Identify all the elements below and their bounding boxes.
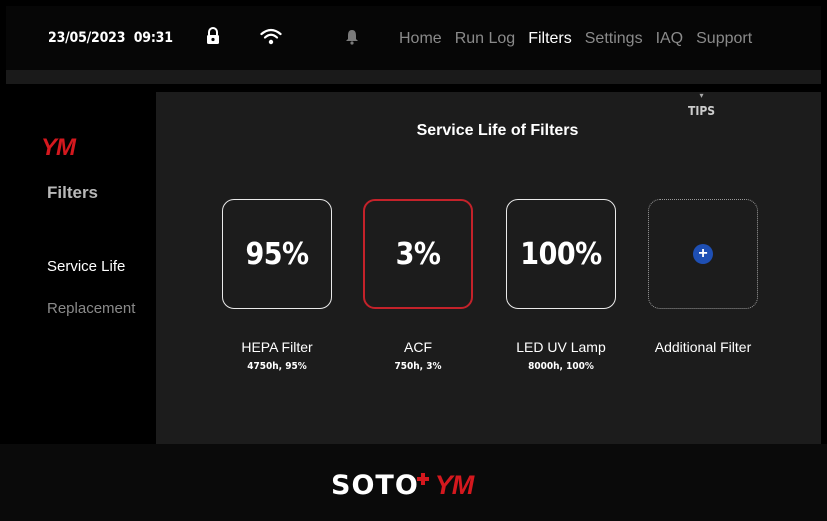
- sidebar-item-replacement[interactable]: Replacement: [47, 300, 135, 317]
- spacer: [6, 84, 821, 92]
- brand-ym: YM: [434, 470, 474, 500]
- filter-percent: 95%: [245, 236, 309, 272]
- nav-iaq[interactable]: IAQ: [656, 30, 684, 48]
- tips-button[interactable]: ▾ TIPS: [688, 91, 716, 119]
- nav-settings[interactable]: Settings: [585, 30, 643, 48]
- plus-mark-icon: [416, 472, 429, 485]
- nav-filters[interactable]: Filters: [528, 30, 572, 48]
- top-bar: 23/05/2023 09:31 Home Run Log Filters Se…: [6, 6, 821, 70]
- nav-run-log[interactable]: Run Log: [455, 30, 516, 48]
- chevron-down-icon: ▾: [699, 91, 704, 100]
- filter-name: LED UV Lamp: [516, 339, 606, 355]
- tips-label: TIPS: [688, 104, 716, 118]
- page-title: Service Life of Filters: [416, 122, 579, 139]
- add-filter-label: Additional Filter: [654, 339, 752, 355]
- date-text: 23/05/2023: [48, 30, 126, 46]
- filter-name: HEPA Filter: [241, 339, 313, 355]
- brand-logo: SOTO YM: [331, 470, 474, 501]
- brand-soto: SOTO: [331, 470, 419, 501]
- datetime: 23/05/2023 09:31: [48, 30, 173, 46]
- filter-percent: 3%: [395, 236, 441, 272]
- filter-percent: 100%: [520, 236, 602, 272]
- time-text: 09:31: [133, 30, 173, 46]
- main-nav: Home Run Log Filters Settings IAQ Suppor…: [399, 30, 765, 48]
- logo: YM: [41, 134, 76, 161]
- nav-support[interactable]: Support: [696, 30, 752, 48]
- filter-card-hepa[interactable]: 95%: [222, 199, 332, 309]
- filter-card-led-uv[interactable]: 100%: [506, 199, 616, 309]
- filter-detail: 4750h, 95%: [247, 361, 307, 372]
- plus-icon: +: [693, 244, 713, 264]
- wifi-icon[interactable]: [260, 28, 282, 46]
- filter-card-acf[interactable]: 3%: [363, 199, 473, 309]
- filter-detail: 750h, 3%: [394, 361, 442, 372]
- filter-detail: 8000h, 100%: [528, 361, 594, 372]
- lock-icon[interactable]: [206, 27, 220, 45]
- add-filter-card[interactable]: +: [648, 199, 758, 309]
- bell-icon[interactable]: [345, 29, 359, 45]
- sidebar-item-service-life[interactable]: Service Life: [47, 258, 125, 275]
- header-divider: [6, 70, 821, 84]
- sidebar-title: Filters: [47, 183, 99, 202]
- nav-home[interactable]: Home: [399, 30, 442, 48]
- filter-name: ACF: [404, 339, 432, 355]
